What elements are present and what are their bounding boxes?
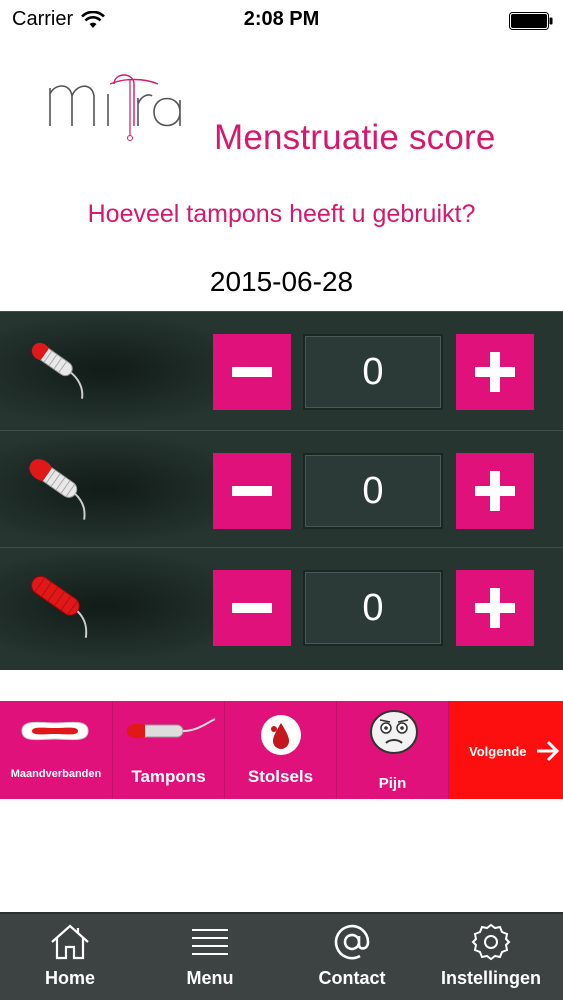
next-label: Volgende xyxy=(469,744,527,759)
blood-drop-icon xyxy=(261,715,301,755)
tampon-small-icon xyxy=(31,342,84,399)
nav-label: Menu xyxy=(186,968,234,988)
nav-instellingen[interactable]: Instellingen xyxy=(421,914,561,1000)
tab-label: Stolsels xyxy=(247,767,314,786)
tampon-icon xyxy=(127,718,216,739)
counter-row-large: 0 xyxy=(0,547,563,664)
decrement-button[interactable] xyxy=(213,453,291,529)
tampon-medium-icon xyxy=(29,459,86,520)
counter-panel: 0 0 0 xyxy=(0,311,563,670)
category-tabs: Maandverbanden Tampons Stolsels Pijn Vol… xyxy=(0,701,563,799)
tab-label: Maandverbanden xyxy=(10,768,102,780)
mira-logo xyxy=(49,74,181,141)
plus-icon xyxy=(475,352,515,392)
nav-label: Instellingen xyxy=(440,968,541,988)
nav-label: Contact xyxy=(318,968,386,988)
status-time: 2:08 PM xyxy=(243,8,320,30)
battery-icon xyxy=(509,12,553,30)
tampon-large-icon xyxy=(31,575,88,638)
date-label: 2015-06-28 xyxy=(209,266,354,297)
tab-maandverbanden[interactable]: Maandverbanden xyxy=(0,701,113,799)
gear-icon xyxy=(471,923,511,961)
minus-icon xyxy=(232,367,272,377)
home-icon xyxy=(51,924,89,960)
plus-icon xyxy=(475,588,515,628)
increment-button[interactable] xyxy=(456,453,534,529)
decrement-button[interactable] xyxy=(213,570,291,646)
status-bar: Carrier 2:08 PM xyxy=(0,0,563,40)
increment-button[interactable] xyxy=(456,570,534,646)
tab-tampons[interactable]: Tampons xyxy=(113,701,225,799)
tab-stolsels[interactable]: Stolsels xyxy=(225,701,337,799)
minus-icon xyxy=(232,486,272,496)
nav-label: Home xyxy=(44,968,95,988)
bottom-nav-bar: Home Menu Contact Instellingen xyxy=(0,912,563,1000)
nav-menu[interactable]: Menu xyxy=(140,914,280,1000)
minus-icon xyxy=(232,603,272,613)
arrow-right-icon xyxy=(537,740,560,762)
tab-pijn[interactable]: Pijn xyxy=(337,701,449,799)
pad-icon xyxy=(21,721,89,741)
plus-icon xyxy=(475,471,515,511)
pain-face-icon xyxy=(370,710,418,754)
nav-contact[interactable]: Contact xyxy=(282,914,422,1000)
next-button[interactable]: Volgende xyxy=(449,701,563,799)
count-value[interactable]: 0 xyxy=(303,570,443,646)
tab-label: Tampons xyxy=(131,767,206,786)
page-title: Menstruatie score xyxy=(214,118,496,157)
at-sign-icon xyxy=(334,924,370,960)
tab-label: Pijn xyxy=(378,775,407,792)
count-value[interactable]: 0 xyxy=(303,334,443,410)
count-value[interactable]: 0 xyxy=(303,453,443,529)
decrement-button[interactable] xyxy=(213,334,291,410)
question-text: Hoeveel tampons heeft u gebruikt? xyxy=(87,200,476,228)
nav-home[interactable]: Home xyxy=(0,914,140,1000)
counter-row-medium: 0 xyxy=(0,430,563,547)
counter-row-small: 0 xyxy=(0,311,563,428)
increment-button[interactable] xyxy=(456,334,534,410)
menu-icon xyxy=(192,929,228,955)
